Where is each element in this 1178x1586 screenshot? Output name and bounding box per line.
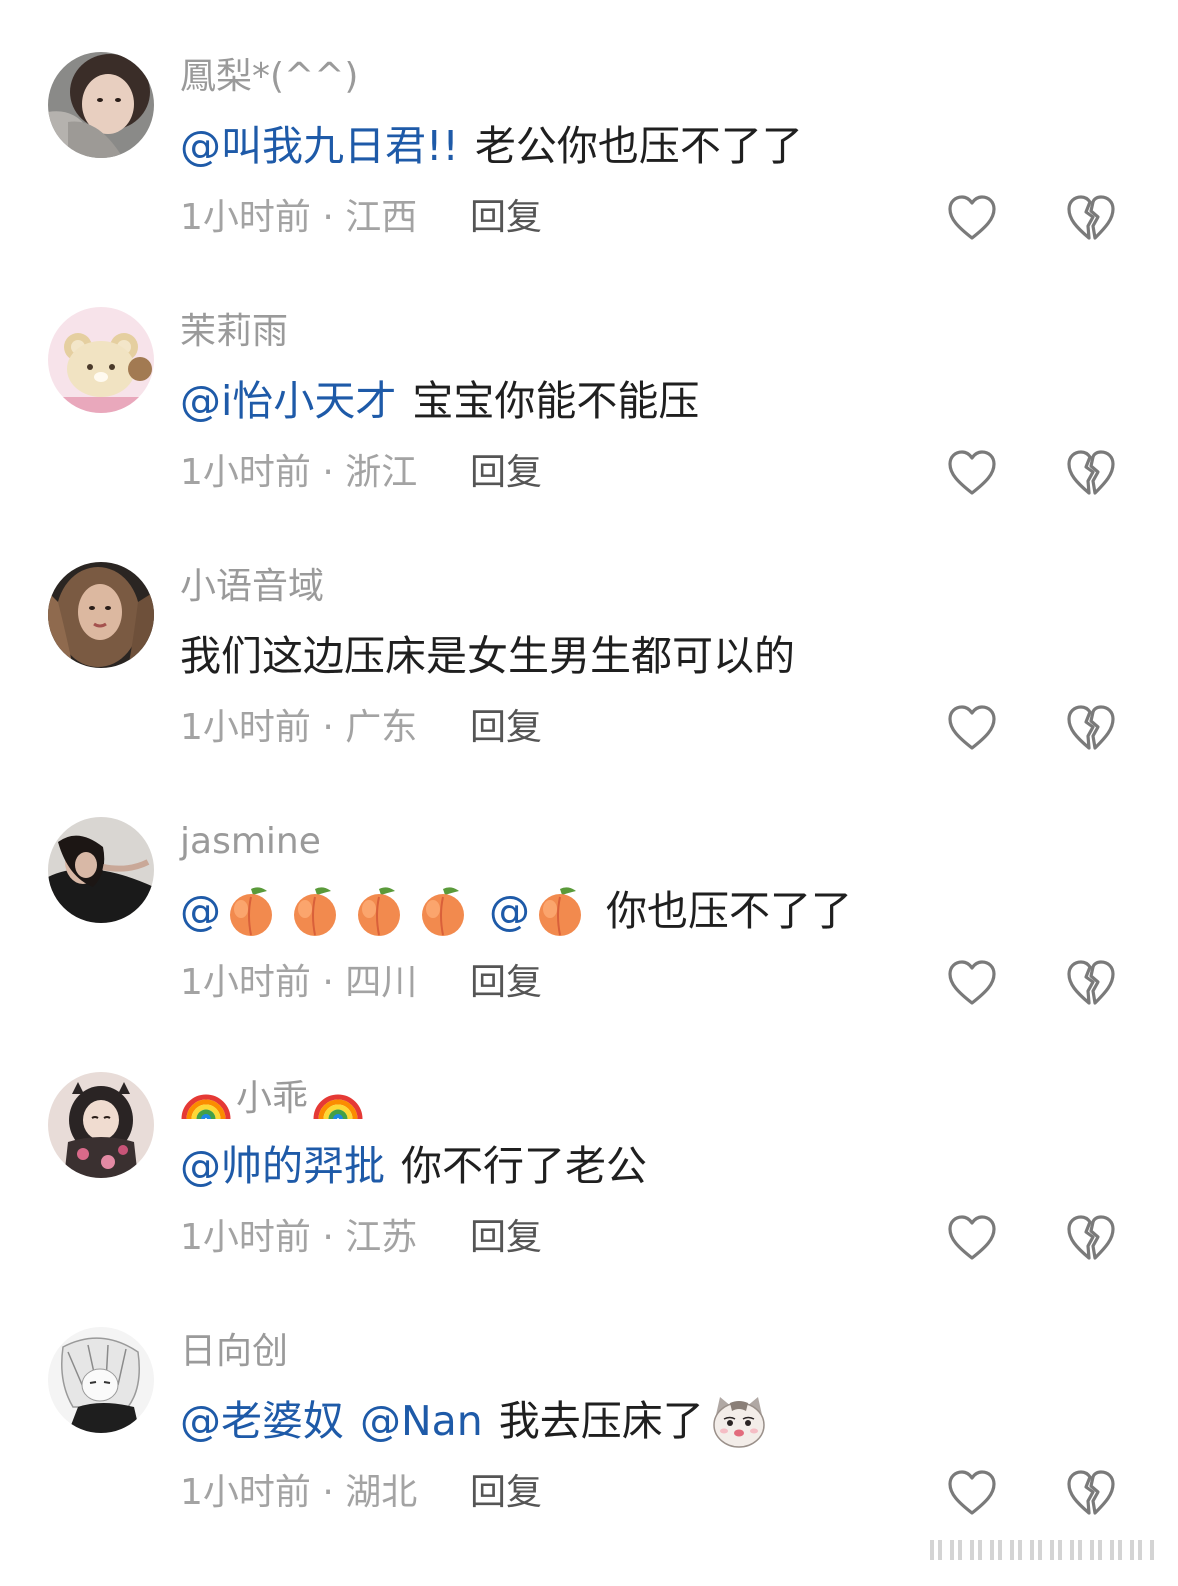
- meta-separator: ·: [322, 197, 346, 238]
- rainbow-emoji-icon: [312, 1075, 364, 1123]
- comment-time: 1小时前: [180, 1472, 311, 1513]
- comment-body: 你不行了老公: [401, 1142, 647, 1190]
- comment-location: 四川: [345, 962, 418, 1003]
- mention-link[interactable]: @老婆奴: [180, 1393, 344, 1449]
- comment-item: 鳳梨*(^^) @叫我九日君!! 老公你也压不了了 1小时前 · 江西 回复: [0, 0, 1178, 255]
- comment-meta: 1小时前 · 四川: [180, 961, 417, 1005]
- comment-meta: 1小时前 · 广东: [180, 706, 417, 750]
- comment-meta: 1小时前 · 江苏: [180, 1216, 417, 1260]
- comment-body: 你也压不了了: [606, 887, 852, 935]
- heart-outline-icon[interactable]: [946, 1468, 998, 1518]
- mention-link[interactable]: @: [489, 883, 530, 939]
- username[interactable]: 鳳梨*(^^): [180, 55, 358, 99]
- avatar[interactable]: [48, 1072, 154, 1178]
- reply-button[interactable]: 回复: [470, 196, 542, 240]
- comment-item: 小乖 @帅的羿批 你不行了老公 1小时前 · 江苏 回复: [0, 1020, 1178, 1275]
- avatar[interactable]: [48, 1327, 154, 1433]
- comment-location: 湖北: [345, 1472, 418, 1513]
- comment-meta: 1小时前 · 湖北: [180, 1471, 417, 1515]
- username-text[interactable]: 小乖: [236, 1077, 308, 1121]
- rainbow-emoji-icon: [180, 1075, 232, 1123]
- username[interactable]: 茉莉雨: [180, 310, 288, 354]
- heart-outline-icon[interactable]: [946, 193, 998, 243]
- comment-text: @叫我九日君!! 老公你也压不了了: [180, 118, 803, 174]
- broken-heart-outline-icon[interactable]: [1065, 958, 1117, 1008]
- comment-body: 老公你也压不了了: [474, 122, 803, 170]
- mention-link[interactable]: @i怡小天才: [180, 373, 396, 429]
- reply-button[interactable]: 回复: [470, 706, 542, 750]
- reply-button[interactable]: 回复: [470, 451, 542, 495]
- comment-location: 江苏: [345, 1217, 418, 1258]
- peach-emoji-icon[interactable]: [287, 883, 343, 939]
- comment-text: @老婆奴 @Nan 我去压床了: [180, 1393, 776, 1449]
- comment-text: @帅的羿批 你不行了老公: [180, 1138, 647, 1194]
- mention-link[interactable]: @帅的羿批: [180, 1138, 385, 1194]
- reply-button[interactable]: 回复: [470, 1216, 542, 1260]
- meta-separator: ·: [322, 1472, 346, 1513]
- comment-body: 宝宝你能不能压: [412, 377, 700, 425]
- broken-heart-outline-icon[interactable]: [1065, 448, 1117, 498]
- comment-location: 浙江: [345, 452, 418, 493]
- mention-link[interactable]: @Nan: [360, 1393, 483, 1449]
- comment-time: 1小时前: [180, 452, 311, 493]
- broken-heart-outline-icon[interactable]: [1065, 193, 1117, 243]
- meta-separator: ·: [322, 1217, 346, 1258]
- username[interactable]: jasmine: [180, 820, 321, 864]
- comment-item: 小语音域 我们这边压床是女生男生都可以的 1小时前 · 广东 回复: [0, 510, 1178, 765]
- heart-outline-icon[interactable]: [946, 448, 998, 498]
- avatar[interactable]: [48, 307, 154, 413]
- comment-item: 日向创 @老婆奴 @Nan 我去压床了 1小时前 · 湖北 回复: [0, 1275, 1178, 1530]
- comment-time: 1小时前: [180, 1217, 311, 1258]
- mention-link[interactable]: @: [180, 883, 221, 939]
- comment-text: 我们这边压床是女生男生都可以的: [180, 628, 795, 684]
- cat-face-emoji-icon[interactable]: [710, 1393, 768, 1449]
- comment-meta: 1小时前 · 江西: [180, 196, 417, 240]
- meta-separator: ·: [322, 962, 346, 1003]
- username[interactable]: 小语音域: [180, 565, 324, 609]
- avatar[interactable]: [48, 52, 154, 158]
- peach-emoji-icon[interactable]: [415, 883, 471, 939]
- broken-heart-outline-icon[interactable]: [1065, 1468, 1117, 1518]
- comment-time: 1小时前: [180, 962, 311, 1003]
- username[interactable]: 小乖: [180, 1075, 372, 1123]
- comment-item: jasmine @ @ 你也压不了了 1小时前 · 四川 回复: [0, 765, 1178, 1020]
- heart-outline-icon[interactable]: [946, 1213, 998, 1263]
- broken-heart-outline-icon[interactable]: [1065, 703, 1117, 753]
- comment-location: 江西: [345, 197, 418, 238]
- watermark-graphic: [930, 1536, 1160, 1564]
- reply-button[interactable]: 回复: [470, 961, 542, 1005]
- meta-separator: ·: [322, 707, 346, 748]
- avatar[interactable]: [48, 817, 154, 923]
- username[interactable]: 日向创: [180, 1330, 288, 1374]
- comment-time: 1小时前: [180, 197, 311, 238]
- comment-time: 1小时前: [180, 707, 311, 748]
- comment-text: @ @ 你也压不了了: [180, 883, 852, 939]
- reply-button[interactable]: 回复: [470, 1471, 542, 1515]
- meta-separator: ·: [322, 452, 346, 493]
- mention-link[interactable]: @叫我九日君!!: [180, 118, 459, 174]
- comment-body: 我们这边压床是女生男生都可以的: [180, 632, 795, 680]
- avatar[interactable]: [48, 562, 154, 668]
- peach-emoji-icon[interactable]: [351, 883, 407, 939]
- comment-meta: 1小时前 · 浙江: [180, 451, 417, 495]
- comment-text: @i怡小天才 宝宝你能不能压: [180, 373, 699, 429]
- heart-outline-icon[interactable]: [946, 958, 998, 1008]
- comment-body: 我去压床了: [498, 1397, 704, 1445]
- heart-outline-icon[interactable]: [946, 703, 998, 753]
- broken-heart-outline-icon[interactable]: [1065, 1213, 1117, 1263]
- comment-location: 广东: [345, 707, 418, 748]
- peach-emoji-icon[interactable]: [223, 883, 279, 939]
- peach-emoji-icon[interactable]: [532, 883, 588, 939]
- comment-item: 茉莉雨 @i怡小天才 宝宝你能不能压 1小时前 · 浙江 回复: [0, 255, 1178, 510]
